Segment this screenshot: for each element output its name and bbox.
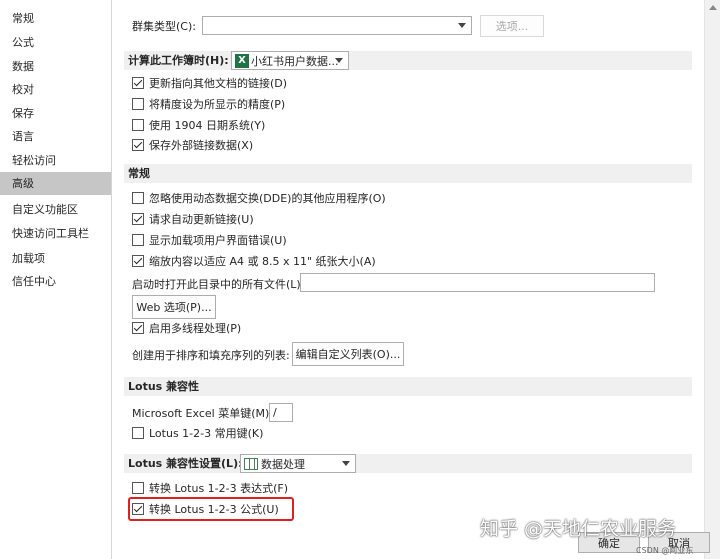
checkbox-multithreaded[interactable]: 启用多线程处理(P) bbox=[132, 319, 241, 337]
checkbox-label: 保存外部链接数据(X) bbox=[149, 139, 254, 152]
sidebar-item-quick-access[interactable]: 快速访问工具栏 bbox=[0, 222, 111, 245]
sidebar-item-customize-ribbon[interactable]: 自定义功能区 bbox=[0, 198, 111, 221]
worksheet-icon bbox=[244, 457, 258, 470]
checkbox-precision-as-displayed[interactable]: 将精度设为所显示的精度(P) bbox=[132, 95, 285, 113]
checkbox-icon[interactable] bbox=[132, 119, 144, 131]
checkbox-lotus-nav-keys[interactable]: Lotus 1-2-3 常用键(K) bbox=[132, 424, 263, 442]
sidebar-item-data[interactable]: 数据 bbox=[0, 55, 111, 78]
checkbox-icon[interactable] bbox=[132, 98, 144, 110]
startup-folder-input[interactable] bbox=[300, 273, 655, 292]
section-title: Lotus 兼容性设置(L): bbox=[128, 457, 243, 470]
section-title: 常规 bbox=[128, 167, 150, 180]
checkbox-label: 启用多线程处理(P) bbox=[149, 322, 242, 335]
checkbox-scale-to-paper[interactable]: 缩放内容以适应 A4 或 8.5 x 11" 纸张大小(A) bbox=[132, 252, 376, 270]
checkbox-icon[interactable] bbox=[132, 234, 144, 246]
cluster-options-button[interactable]: 选项... bbox=[480, 15, 544, 37]
scroll-up-icon[interactable] bbox=[709, 5, 717, 10]
checkbox-label: 将精度设为所显示的精度(P) bbox=[149, 98, 286, 111]
sidebar-item-trust-center[interactable]: 信任中心 bbox=[0, 270, 111, 293]
checkbox-label: Lotus 1-2-3 常用键(K) bbox=[149, 427, 264, 440]
chevron-down-icon bbox=[342, 461, 350, 466]
chevron-down-icon bbox=[335, 58, 343, 63]
sidebar-item-formulas[interactable]: 公式 bbox=[0, 31, 111, 54]
checkbox-1904-date-system[interactable]: 使用 1904 日期系统(Y) bbox=[132, 116, 265, 134]
options-sidebar: 常规 公式 数据 校对 保存 语言 轻松访问 高级 自定义功能区 快速访问工具栏… bbox=[0, 0, 112, 559]
checkbox-icon[interactable] bbox=[132, 139, 144, 151]
startup-folder-label: 启动时打开此目录中的所有文件(L): bbox=[132, 278, 305, 291]
checkbox-icon[interactable] bbox=[132, 77, 144, 89]
zhihu-watermark: 知乎 @天地仁农业服务 bbox=[480, 518, 677, 540]
edit-custom-lists-button[interactable]: 编辑自定义列表(O)... bbox=[292, 342, 404, 366]
checkbox-label: 缩放内容以适应 A4 或 8.5 x 11" 纸张大小(A) bbox=[149, 255, 376, 268]
vertical-scrollbar[interactable] bbox=[704, 0, 720, 559]
sidebar-item-save[interactable]: 保存 bbox=[0, 102, 111, 125]
checkbox-icon[interactable] bbox=[132, 427, 144, 439]
checkbox-save-external-link-values[interactable]: 保存外部链接数据(X) bbox=[132, 136, 253, 154]
sidebar-item-addins[interactable]: 加载项 bbox=[0, 247, 111, 270]
checkbox-icon[interactable] bbox=[132, 322, 144, 334]
cluster-type-label: 群集类型(C): bbox=[132, 20, 196, 33]
checkbox-label: 转换 Lotus 1-2-3 表达式(F) bbox=[149, 482, 289, 495]
csdn-watermark: CSDN @阿业东 bbox=[636, 546, 694, 555]
excel-icon: X bbox=[235, 53, 249, 68]
checkbox-label: 使用 1904 日期系统(Y) bbox=[149, 119, 266, 132]
checkbox-update-links[interactable]: 更新指向其他文档的链接(D) bbox=[132, 74, 287, 92]
sidebar-item-language[interactable]: 语言 bbox=[0, 125, 111, 148]
sidebar-item-advanced[interactable]: 高级 bbox=[0, 172, 111, 195]
workbook-value: 小红书用户数据... bbox=[251, 54, 339, 68]
checkbox-ask-update-links[interactable]: 请求自动更新链接(U) bbox=[132, 210, 254, 228]
checkbox-icon[interactable] bbox=[132, 192, 144, 204]
cluster-type-dropdown[interactable] bbox=[202, 16, 472, 35]
section-lotus-settings: Lotus 兼容性设置(L): bbox=[124, 454, 692, 473]
checkbox-ignore-dde[interactable]: 忽略使用动态数据交换(DDE)的其他应用程序(O) bbox=[132, 189, 386, 207]
checkbox-label: 显示加载项用户界面错误(U) bbox=[149, 234, 287, 247]
menu-key-label: Microsoft Excel 菜单键(M): bbox=[132, 407, 273, 420]
checkbox-label: 请求自动更新链接(U) bbox=[149, 213, 254, 226]
custom-list-label: 创建用于排序和填充序列的列表: bbox=[132, 349, 290, 362]
checkbox-icon[interactable] bbox=[132, 255, 144, 267]
sidebar-item-proofing[interactable]: 校对 bbox=[0, 78, 111, 101]
checkbox-label: 忽略使用动态数据交换(DDE)的其他应用程序(O) bbox=[149, 192, 386, 205]
section-title: Lotus 兼容性 bbox=[128, 380, 200, 393]
lotus-sheet-dropdown[interactable]: 数据处理 bbox=[240, 454, 356, 473]
section-lotus-compatibility: Lotus 兼容性 bbox=[124, 377, 692, 396]
checkbox-icon[interactable] bbox=[132, 482, 144, 494]
web-options-button[interactable]: Web 选项(P)... bbox=[132, 295, 216, 319]
checkbox-label: 更新指向其他文档的链接(D) bbox=[149, 77, 288, 90]
sidebar-item-general[interactable]: 常规 bbox=[0, 7, 111, 30]
checkbox-transition-formula-evaluation[interactable]: 转换 Lotus 1-2-3 表达式(F) bbox=[132, 479, 288, 497]
highlight-box bbox=[128, 497, 294, 521]
workbook-dropdown[interactable]: X 小红书用户数据... bbox=[231, 51, 349, 70]
section-title: 计算此工作簿时(H): bbox=[128, 54, 229, 67]
checkbox-icon[interactable] bbox=[132, 213, 144, 225]
lotus-sheet-value: 数据处理 bbox=[261, 457, 305, 471]
sidebar-item-accessibility[interactable]: 轻松访问 bbox=[0, 149, 111, 172]
menu-key-input[interactable]: / bbox=[269, 403, 293, 422]
chevron-down-icon bbox=[458, 23, 466, 28]
advanced-options-panel: 群集类型(C): 选项... 计算此工作簿时(H): X 小红书用户数据... … bbox=[112, 0, 704, 559]
section-general: 常规 bbox=[124, 164, 692, 183]
checkbox-show-addin-errors[interactable]: 显示加载项用户界面错误(U) bbox=[132, 231, 287, 249]
section-workbook-calculation: 计算此工作簿时(H): bbox=[124, 51, 692, 70]
